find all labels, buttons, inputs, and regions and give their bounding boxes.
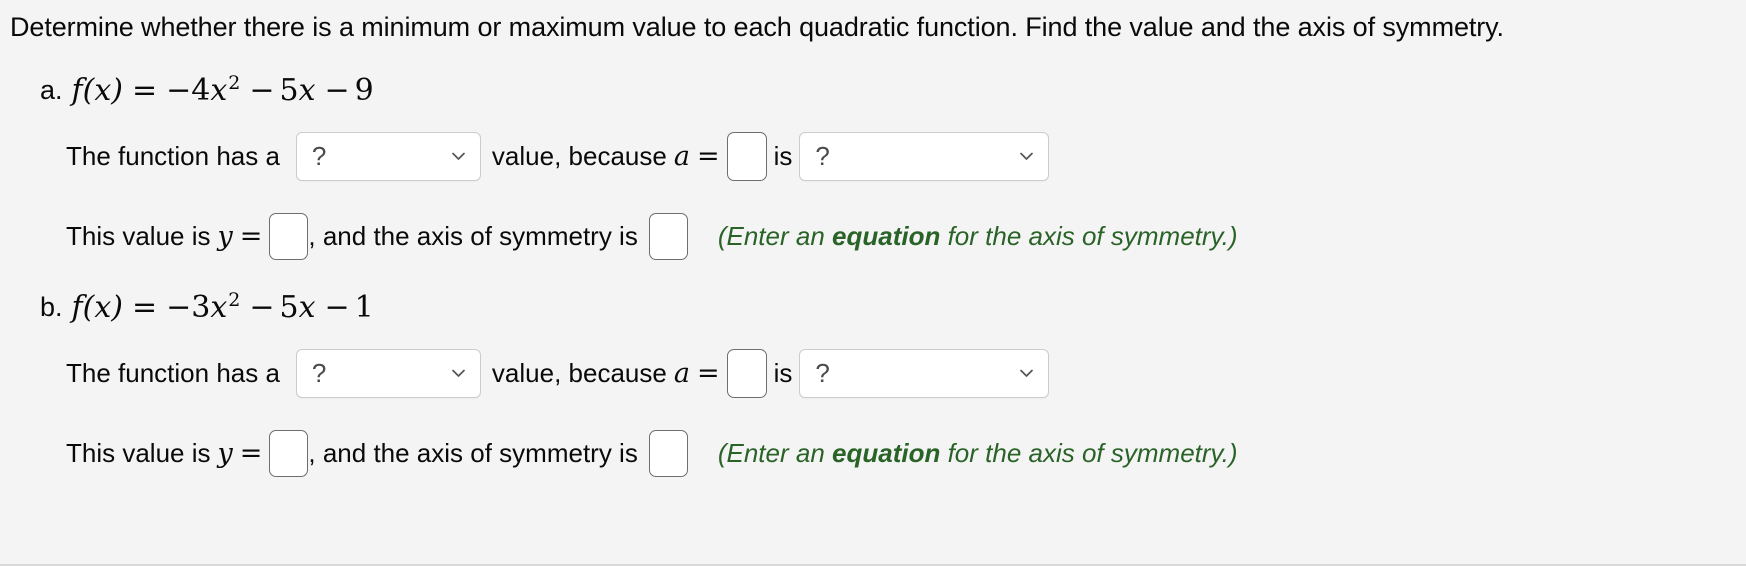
- sign-select-a[interactable]: ?: [799, 131, 1050, 181]
- chevron-down-icon: [450, 365, 467, 382]
- formula-b-term1-exponent: 2: [228, 289, 241, 311]
- formula-b-term1-coef: 3: [191, 290, 211, 325]
- formula-a-term1-var: x: [210, 73, 228, 108]
- hint-text-a: (Enter an equation for the axis of symme…: [718, 221, 1238, 252]
- answer-row-b-2: This value is y = , and the axis of symm…: [0, 423, 1746, 483]
- formula-a-term1-sign: −: [166, 73, 192, 108]
- label-equals-y-b: =: [239, 437, 263, 469]
- formula-a-term1-coef: 4: [191, 73, 211, 108]
- formula-a-term3-sign: −: [324, 73, 350, 108]
- equation-line-a: a. f(x) = −4x2−5x −9: [0, 64, 1746, 116]
- formula-b-fx: f(x): [71, 290, 123, 325]
- a-value-input-a[interactable]: [726, 131, 767, 181]
- formula-a-equals: =: [131, 73, 158, 108]
- minmax-select-a[interactable]: ?: [295, 131, 481, 181]
- formula-a-fx: f(x): [71, 73, 123, 108]
- formula-b: f(x) = −3x2−5x −1: [72, 289, 374, 325]
- chevron-down-icon: [450, 148, 467, 165]
- formula-a-term2-var: x: [298, 73, 316, 108]
- label-value-because-b: value, because: [491, 357, 667, 388]
- question-part-b: b. f(x) = −3x2−5x −1 The function has a ? v…: [0, 281, 1746, 483]
- label-equals-y-a: =: [239, 220, 263, 252]
- formula-b-term1-var: x: [210, 290, 228, 325]
- formula-b-term1-sign: −: [166, 290, 192, 325]
- part-label-a: a.: [40, 74, 63, 105]
- label-equals-a: =: [696, 140, 720, 172]
- label-a-variable-a: a: [673, 140, 690, 172]
- hint-tail-b: for the axis of symmetry.): [940, 437, 1238, 468]
- formula-b-term2-coef: 5: [279, 290, 299, 325]
- formula-a-term2-sign: −: [249, 73, 275, 108]
- label-is-a: is: [773, 140, 793, 171]
- y-value-input-b[interactable]: [269, 429, 309, 477]
- answer-row-a-2: This value is y = , and the axis of symm…: [0, 206, 1746, 266]
- exercise-page: Determine whether there is a minimum or …: [0, 0, 1746, 566]
- formula-b-equals: =: [131, 290, 158, 325]
- sign-select-a-value: ?: [815, 141, 830, 171]
- chevron-down-icon: [1018, 148, 1035, 165]
- answer-row-a-1: The function has a ? value, because a = …: [0, 126, 1746, 186]
- formula-a-term3-const: 9: [354, 73, 374, 108]
- formula-b-term3-const: 1: [354, 290, 374, 325]
- formula-b-term2-sign: −: [249, 290, 275, 325]
- formula-a-term2-coef: 5: [279, 73, 299, 108]
- axis-of-symmetry-input-b[interactable]: [648, 429, 688, 477]
- question-part-a: a. f(x) = −4x2−5x −9 The function has a ? v…: [0, 64, 1746, 266]
- hint-lead-b: (Enter an: [717, 437, 833, 468]
- chevron-down-icon: [1018, 365, 1035, 382]
- label-y-variable-b: y: [217, 437, 233, 469]
- sign-select-b[interactable]: ?: [799, 348, 1050, 398]
- label-this-value-is-b: This value is: [66, 437, 211, 468]
- hint-tail-a: for the axis of symmetry.): [940, 220, 1238, 251]
- label-a-variable-b: a: [673, 357, 690, 389]
- minmax-select-b-value: ?: [311, 358, 327, 388]
- hint-bold-a: equation: [832, 220, 941, 251]
- label-value-because-a: value, because: [491, 140, 667, 171]
- formula-a-term1-exponent: 2: [228, 72, 241, 94]
- label-equals-b: =: [696, 357, 720, 389]
- part-label-b: b.: [40, 291, 63, 322]
- label-this-value-is-a: This value is: [66, 220, 211, 251]
- label-axis-of-symmetry-a: , and the axis of symmetry is: [308, 220, 638, 251]
- label-function-has-a-a: The function has a: [66, 140, 280, 171]
- minmax-select-b[interactable]: ?: [295, 348, 481, 398]
- y-value-input-a[interactable]: [269, 212, 309, 260]
- sign-select-b-value: ?: [815, 358, 830, 388]
- label-is-b: is: [773, 357, 793, 388]
- label-y-variable-a: y: [217, 220, 233, 252]
- page-title: Determine whether there is a minimum or …: [10, 12, 1504, 42]
- formula-b-term2-var: x: [298, 290, 316, 325]
- answer-row-b-1: The function has a ? value, because a = …: [0, 343, 1746, 403]
- a-value-input-b[interactable]: [726, 348, 767, 398]
- hint-text-b: (Enter an equation for the axis of symme…: [718, 438, 1238, 469]
- formula-a: f(x) = −4x2−5x −9: [72, 72, 374, 108]
- label-function-has-a-b: The function has a: [66, 357, 280, 388]
- label-axis-of-symmetry-b: , and the axis of symmetry is: [308, 437, 638, 468]
- minmax-select-a-value: ?: [311, 141, 327, 171]
- hint-bold-b: equation: [832, 437, 941, 468]
- formula-b-term3-sign: −: [324, 290, 350, 325]
- equation-line-b: b. f(x) = −3x2−5x −1: [0, 281, 1746, 333]
- axis-of-symmetry-input-a[interactable]: [648, 212, 688, 260]
- hint-lead-a: (Enter an: [717, 220, 833, 251]
